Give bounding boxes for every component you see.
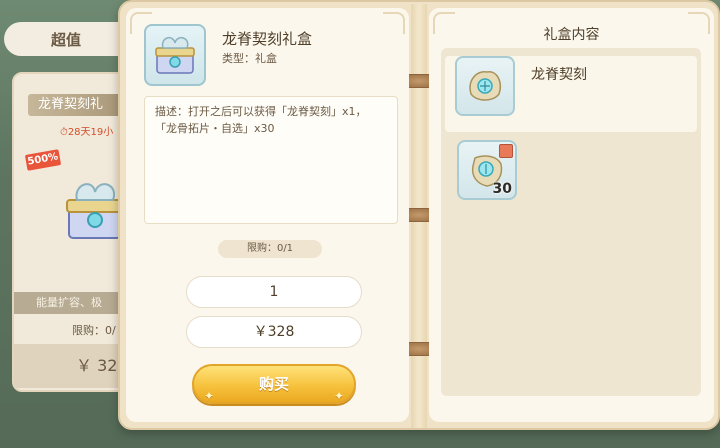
contents-title: 礼盒内容 bbox=[543, 27, 600, 43]
left-page: 龙脊契刻礼盒 类型：礼盒 描述：打开之后可以获得「龙脊契刻」x1， 「龙骨拓片・… bbox=[126, 8, 409, 422]
discount-badge: 500% bbox=[24, 149, 62, 171]
sparkle-icon: ✦ bbox=[333, 389, 344, 403]
item-type: 类型：礼盒 bbox=[222, 52, 277, 65]
description-line: 描述：打开之后可以获得「龙脊契刻」x1， bbox=[155, 105, 367, 118]
item-count: 30 bbox=[492, 181, 512, 197]
price-display: ￥328 bbox=[186, 316, 362, 348]
shop-card-title: 龙脊契刻礼 bbox=[28, 94, 128, 116]
shop-card-background[interactable]: 龙脊契刻礼 ⏱28天19小 500% 能量扩容、极 限购：0/ ￥ 328 bbox=[12, 72, 130, 392]
description-line: 「龙骨拓片・自选」x30 bbox=[155, 122, 275, 135]
gift-chest-icon bbox=[155, 36, 195, 74]
right-page: 礼盒内容 龙脊契刻 30 bbox=[429, 8, 714, 422]
item-description: 描述：打开之后可以获得「龙脊契刻」x1， 「龙骨拓片・自选」x30 bbox=[144, 96, 398, 224]
quantity-input[interactable]: 1 bbox=[186, 276, 362, 308]
item-name: 龙脊契刻礼盒 bbox=[222, 30, 313, 48]
gift-detail-book: 龙脊契刻礼盒 类型：礼盒 描述：打开之后可以获得「龙脊契刻」x1， 「龙骨拓片・… bbox=[118, 0, 720, 430]
gift-box-icon bbox=[144, 24, 206, 86]
shop-card-price[interactable]: ￥ 328 bbox=[14, 344, 128, 388]
contents-item[interactable] bbox=[455, 56, 515, 116]
shop-card-desc: 能量扩容、极 bbox=[14, 292, 128, 314]
clock-icon: ⏱ bbox=[60, 127, 68, 138]
sparkle-icon: ✦ bbox=[204, 389, 215, 403]
purchase-limit: 限购：0/1 bbox=[218, 240, 322, 258]
buy-button[interactable]: ✦ 购买 ✦ bbox=[192, 364, 356, 404]
page-corner-ornament bbox=[383, 12, 405, 34]
dragon-carving-icon bbox=[469, 71, 501, 101]
contents-list: 龙脊契刻 30 bbox=[441, 48, 701, 396]
tab-super-value[interactable]: 超值 bbox=[4, 22, 128, 56]
buy-button-label: 购买 bbox=[258, 375, 289, 393]
contents-item[interactable]: 30 bbox=[457, 140, 517, 200]
contents-item-name: 龙脊契刻 bbox=[531, 67, 587, 83]
shop-card-timer: ⏱28天19小 bbox=[60, 127, 114, 138]
selectable-gift-icon bbox=[499, 144, 513, 158]
shop-card-limit: 限购：0/ bbox=[72, 324, 116, 337]
